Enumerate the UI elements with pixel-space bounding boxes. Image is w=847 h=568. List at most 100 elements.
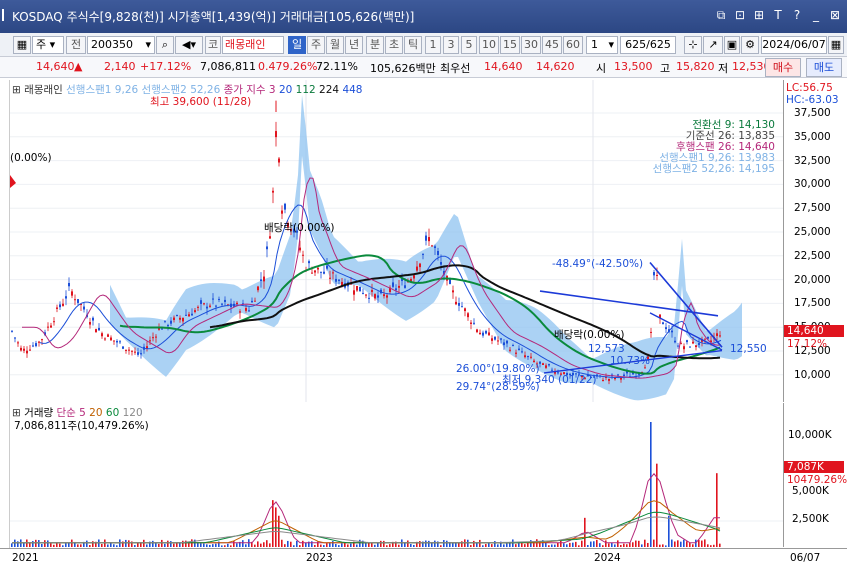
volume-scale[interactable]: 10,000K 7,087K 10479.26% 5,000K 2,500K — [783, 403, 847, 547]
interval-1[interactable]: 1 — [425, 36, 441, 54]
volume-bar — [635, 540, 637, 547]
help-icon[interactable]: ? — [791, 8, 803, 22]
grid-view-icon[interactable]: ⊞ — [753, 8, 765, 22]
candle-body — [95, 329, 97, 333]
crosshair-icon[interactable]: ⊹ — [684, 36, 702, 54]
volume-bar — [695, 539, 697, 547]
close-button[interactable]: ⊠ — [829, 8, 841, 22]
bid-price: 14,620 — [536, 60, 575, 73]
candle-body — [473, 322, 475, 324]
candle-body — [602, 379, 604, 382]
interval-45[interactable]: 45 — [542, 36, 562, 54]
font-icon[interactable]: T — [772, 8, 784, 22]
period-month[interactable]: 월 — [326, 36, 344, 54]
interval-15[interactable]: 15 — [500, 36, 520, 54]
volume-bar — [107, 544, 109, 547]
buy-button[interactable]: 매수 — [765, 58, 801, 77]
candle-body — [215, 305, 217, 307]
minimize-button[interactable]: _ — [810, 8, 822, 22]
time-label-end: 06/07 — [790, 552, 821, 564]
volume-bar — [32, 541, 34, 547]
volume-bar — [641, 544, 643, 547]
interval-10[interactable]: 10 — [479, 36, 499, 54]
price-chart-panel[interactable]: ⊞ 래몽래인 선행스팬1 9,26 선행스팬2 52,26 종가 지수 3 20… — [10, 80, 783, 402]
volume-bar — [65, 543, 67, 547]
volume-bar — [275, 507, 277, 547]
open-label: 시 — [596, 62, 607, 75]
speaker-icon[interactable]: ◀▾ — [175, 36, 203, 54]
candle-body — [104, 338, 106, 340]
interval-5[interactable]: 5 — [461, 36, 477, 54]
candle-body — [317, 267, 319, 270]
candle-body — [356, 286, 358, 291]
stock-type-select[interactable]: 주 ▾ — [32, 36, 64, 54]
period-minute[interactable]: 분 — [366, 36, 384, 54]
volume-bar — [707, 544, 709, 547]
candle-body — [458, 302, 460, 306]
price-y-tick: 20,000 — [794, 273, 831, 286]
time-label-2024: 2024 — [594, 552, 621, 564]
price-change-pct: +17.12% — [140, 60, 192, 73]
candle-body — [32, 345, 34, 347]
volume-bar — [35, 539, 37, 547]
restore-layout-icon[interactable]: ⧉ — [715, 8, 727, 22]
price-scale[interactable]: LC:56.75 HC:-63.03 37,500 35,000 32,500 30,… — [783, 80, 847, 402]
volume-bar — [446, 540, 448, 547]
stock-type-value: 주 — [36, 38, 47, 51]
period-year[interactable]: 년 — [345, 36, 363, 54]
interval-60[interactable]: 60 — [563, 36, 583, 54]
candle-body — [650, 331, 652, 333]
candle-body — [161, 328, 163, 330]
volume-bar — [338, 545, 340, 547]
count-select[interactable]: 1 ▾ — [586, 36, 618, 54]
toolbar: ▦ 주 ▾ 전 200350 ▾ ⌕ ◀▾ 코 래몽래인 일 주 월 년 분 초 … — [0, 33, 847, 57]
chart-settings-icon[interactable]: ▦ — [13, 36, 31, 54]
candle-body — [173, 317, 175, 321]
sell-button[interactable]: 매도 — [806, 58, 842, 77]
period-day[interactable]: 일 — [288, 36, 306, 54]
candle-body — [74, 299, 76, 301]
candle-body — [191, 313, 193, 316]
chart-menu-icon[interactable]: ⊞ — [12, 84, 21, 96]
volume-bar — [170, 541, 172, 547]
trendline-icon[interactable]: ↗ — [703, 36, 723, 54]
interval-30[interactable]: 30 — [521, 36, 541, 54]
candle-body — [152, 337, 154, 339]
period-second[interactable]: 초 — [385, 36, 403, 54]
gear-icon[interactable]: ⚙ — [741, 36, 759, 54]
period-week[interactable]: 주 — [307, 36, 325, 54]
candle-body — [131, 350, 133, 352]
candle-body — [422, 253, 424, 255]
all-button[interactable]: 전 — [66, 36, 86, 54]
calendar-icon[interactable]: ▦ — [828, 36, 844, 54]
period-tick[interactable]: 틱 — [404, 36, 422, 54]
candle-body — [134, 351, 136, 353]
price-y-tick: 32,500 — [794, 154, 831, 167]
candle-body — [365, 294, 367, 296]
candle-body — [194, 310, 196, 312]
volume-chart-panel[interactable]: ⊞ 거래량 단순 5 20 60 120 7,086,811주(10,479.2… — [10, 403, 783, 547]
volume-bar — [479, 539, 481, 547]
volume-bar — [89, 545, 91, 547]
candle-body — [164, 320, 166, 322]
candle-body — [122, 346, 124, 349]
date-input[interactable]: 2024/06/07 — [761, 36, 827, 54]
volume-bar — [233, 540, 235, 547]
candle-body — [704, 338, 706, 340]
interval-3[interactable]: 3 — [443, 36, 459, 54]
candle-body — [176, 315, 178, 317]
candle-body — [533, 360, 535, 363]
volume-bar — [299, 545, 301, 547]
save-icon[interactable]: ▣ — [724, 36, 740, 54]
stock-code-input[interactable]: 200350 ▾ — [87, 36, 155, 54]
candle-body — [656, 274, 658, 276]
candle-body — [662, 322, 664, 325]
split-view-icon[interactable]: ⊡ — [734, 8, 746, 22]
volume-bar — [182, 540, 184, 547]
candle-body — [278, 158, 280, 163]
search-icon[interactable]: ⌕ — [156, 36, 174, 54]
count-value: 1 — [591, 38, 598, 51]
volume-bar — [365, 543, 367, 547]
legend-ma-224: 224 — [319, 84, 340, 96]
volume-bar — [587, 544, 589, 547]
